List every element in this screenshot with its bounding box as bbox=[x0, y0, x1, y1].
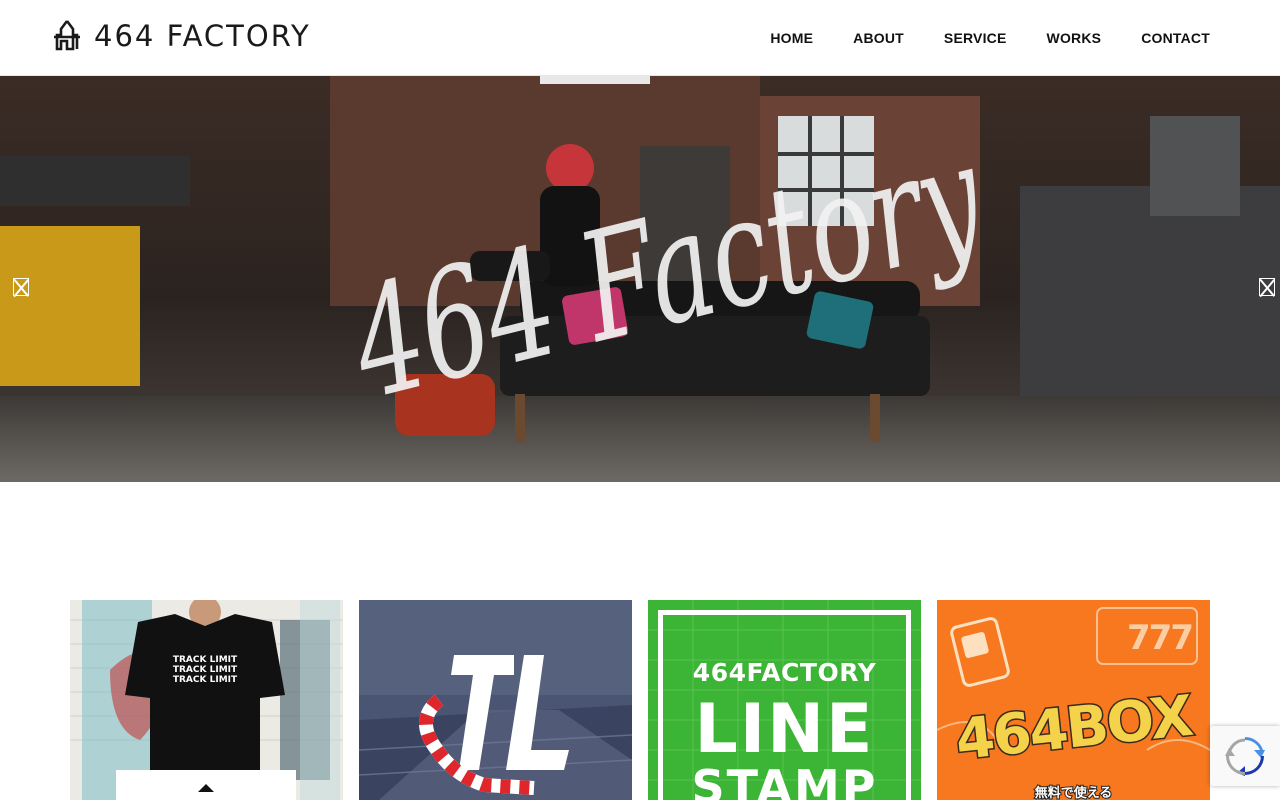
nav-about[interactable]: ABOUT bbox=[853, 30, 904, 46]
site-logo[interactable]: 464 FACTORY bbox=[50, 18, 311, 54]
card-track-limit-logo[interactable]: TL bbox=[359, 600, 632, 800]
nav-home[interactable]: HOME bbox=[770, 30, 813, 46]
recaptcha-badge[interactable] bbox=[1210, 726, 1280, 786]
card-464box[interactable]: 777 464BOX 無料で使える bbox=[937, 600, 1210, 800]
tl-logo-image: TL bbox=[359, 600, 632, 800]
hero-slider: 464 Factory bbox=[0, 76, 1280, 482]
464box-subtitle: 無料で使える bbox=[1034, 785, 1114, 800]
slot-777-text: 777 bbox=[1127, 618, 1194, 658]
card-line-stamp[interactable]: 464FACTORY LINE STAMP bbox=[648, 600, 921, 800]
logo-text: 464 FACTORY bbox=[94, 19, 311, 53]
card-track-limit-shirt[interactable]: TRACK LIMIT TRACK LIMIT TRACK LIMIT bbox=[70, 600, 343, 800]
stamp-title-line: LINE bbox=[694, 690, 875, 769]
stamp-title-stamp: STAMP bbox=[691, 760, 878, 800]
nav-service[interactable]: SERVICE bbox=[944, 30, 1007, 46]
site-header: 464 FACTORY HOME ABOUT SERVICE WORKS CON… bbox=[0, 0, 1280, 76]
works-cards: TRACK LIMIT TRACK LIMIT TRACK LIMIT TL bbox=[70, 600, 1210, 800]
factory-logo-icon bbox=[54, 20, 80, 51]
stamp-title-brand: 464FACTORY bbox=[692, 658, 877, 687]
nav-contact[interactable]: CONTACT bbox=[1141, 30, 1210, 46]
shirt-print-line-1: TRACK LIMIT bbox=[173, 655, 238, 665]
shirt-print-line-3: TRACK LIMIT bbox=[173, 675, 238, 685]
shirt-image: TRACK LIMIT TRACK LIMIT TRACK LIMIT bbox=[70, 600, 343, 800]
hero-image: 464 Factory bbox=[0, 76, 1280, 482]
recaptcha-icon bbox=[1225, 737, 1265, 776]
shirt-print-line-2: TRACK LIMIT bbox=[173, 665, 238, 675]
main-nav: HOME ABOUT SERVICE WORKS CONTACT bbox=[770, 30, 1210, 46]
slider-prev-icon[interactable] bbox=[13, 278, 29, 296]
nav-works[interactable]: WORKS bbox=[1047, 30, 1102, 46]
slider-next-icon[interactable] bbox=[1259, 278, 1275, 296]
